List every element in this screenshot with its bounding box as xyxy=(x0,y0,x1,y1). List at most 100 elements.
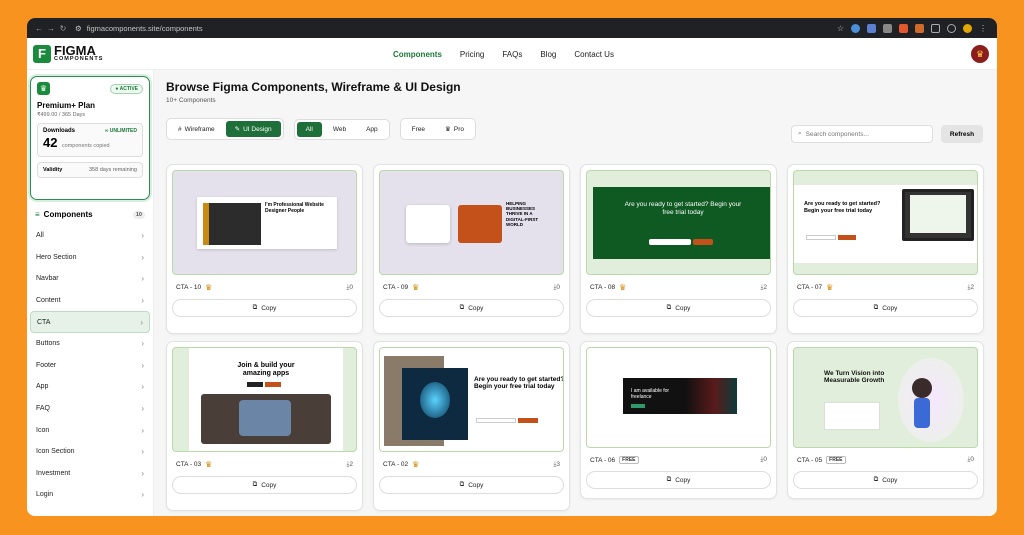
preview-text: I'm Professional Website Designer People xyxy=(265,202,324,214)
sidebar-item-app[interactable]: App › xyxy=(30,376,150,398)
nav-pricing[interactable]: Pricing xyxy=(460,50,484,59)
filter-ui-design[interactable]: ✎ UI Design xyxy=(225,121,281,137)
menu-icon[interactable]: ⋮ xyxy=(979,24,987,33)
nav-blog[interactable]: Blog xyxy=(540,50,556,59)
copy-icon: ⧉ xyxy=(666,476,672,483)
download-count: ⤓3 xyxy=(553,460,561,468)
bookmark-star-icon[interactable]: ☆ xyxy=(837,24,844,33)
copy-button[interactable]: ⧉ Copy xyxy=(793,471,978,489)
sidebar-item-icon-section[interactable]: Icon Section › xyxy=(30,441,150,463)
copy-button[interactable]: ⧉ Copy xyxy=(379,299,564,317)
copy-icon: ⧉ xyxy=(459,481,465,488)
filter-free[interactable]: Free xyxy=(403,121,434,137)
card-title: CTA - 09 xyxy=(383,284,409,291)
components-label: Components xyxy=(43,210,93,219)
extension-icon[interactable] xyxy=(899,23,908,33)
downloads-sub: components copied xyxy=(61,143,110,149)
sidebar-item-footer[interactable]: Footer › xyxy=(30,355,150,377)
sidebar-item-label: Icon Section xyxy=(36,448,75,456)
sidebar-item-investment[interactable]: Investment › xyxy=(30,463,150,485)
download-count: ⤓2 xyxy=(967,283,975,291)
component-preview[interactable]: Join & build your amazing apps xyxy=(172,347,357,452)
card-title: CTA - 03 xyxy=(176,461,202,468)
crown-icon: ♛ xyxy=(412,283,420,292)
copy-label: Copy xyxy=(468,304,484,312)
extension-icon[interactable] xyxy=(915,23,924,33)
card-title: CTA - 06 xyxy=(590,456,616,464)
component-preview[interactable]: I'm Professional Website Designer People xyxy=(172,170,357,275)
filter-wireframe[interactable]: # Wireframe xyxy=(169,121,224,137)
sidebar-item-navbar[interactable]: Navbar › xyxy=(30,268,150,290)
history-icon[interactable] xyxy=(947,23,956,33)
logo[interactable]: F FIGMA COMPONENTS xyxy=(33,44,103,63)
copy-button[interactable]: ⧉ Copy xyxy=(586,471,771,489)
components-count: 10 xyxy=(132,210,145,219)
crown-icon: ♛ xyxy=(205,283,213,292)
database-icon: ≡ xyxy=(35,210,40,219)
component-preview[interactable]: HELPING BUSINESSES THRIVE IN A DIGITAL-F… xyxy=(379,170,564,275)
platform-filter: All Web App xyxy=(293,118,390,140)
nav-faqs[interactable]: FAQs xyxy=(502,50,522,59)
component-preview[interactable]: We Turn Vision into Measurable Growth xyxy=(793,347,978,448)
card-title: CTA - 10 xyxy=(176,284,202,291)
chevron-right-icon: › xyxy=(140,317,143,327)
sidebar-item-cta[interactable]: CTA › xyxy=(30,311,150,333)
search-input[interactable]: ⌕ Search components... xyxy=(791,125,933,143)
chevron-right-icon: › xyxy=(141,447,144,457)
sidebar-item-login[interactable]: Login › xyxy=(30,484,150,506)
site-info-icon[interactable]: ⚙ xyxy=(75,24,82,33)
copy-button[interactable]: ⧉ Copy xyxy=(586,299,771,317)
chevron-right-icon: › xyxy=(141,404,144,414)
nav-components[interactable]: Components xyxy=(393,50,442,59)
chevron-right-icon: › xyxy=(141,490,144,500)
extension-icon[interactable] xyxy=(883,23,892,33)
copy-icon: ⧉ xyxy=(459,304,465,311)
download-count: ⤓0 xyxy=(967,456,975,463)
reload-icon[interactable]: ↻ xyxy=(57,24,69,33)
card-title: CTA - 07 xyxy=(797,284,823,291)
sidebar-item-all[interactable]: All › xyxy=(30,225,150,247)
filter-all[interactable]: All xyxy=(296,121,322,137)
url-text: figmacomponents.site/components xyxy=(86,23,203,33)
filter-app[interactable]: App xyxy=(357,122,387,137)
nav-contact[interactable]: Contact Us xyxy=(574,50,614,59)
sidebar-item-hero-section[interactable]: Hero Section › xyxy=(30,247,150,269)
chevron-right-icon: › xyxy=(141,360,144,370)
component-card: We Turn Vision into Measurable Growth CT… xyxy=(787,341,984,499)
extension-icon[interactable] xyxy=(867,23,876,33)
preview-text: We Turn Vision into Measurable Growth xyxy=(824,370,885,385)
card-title: CTA - 05 xyxy=(797,456,823,464)
puzzle-icon[interactable] xyxy=(931,23,940,33)
filter-web[interactable]: Web xyxy=(324,122,355,137)
sidebar-item-label: App xyxy=(36,383,49,391)
crown-icon: ♛ xyxy=(37,82,50,95)
download-count: ⤓2 xyxy=(346,460,354,468)
component-preview[interactable]: Are you ready to get started? Begin your… xyxy=(586,170,771,275)
forward-icon[interactable]: → xyxy=(45,24,57,33)
back-icon[interactable]: ← xyxy=(33,24,45,33)
component-preview[interactable]: Are you ready to get started? Begin your… xyxy=(793,170,978,275)
page-title: Browse Figma Components, Wireframe & UI … xyxy=(166,80,461,94)
chevron-right-icon: › xyxy=(141,468,144,478)
copy-button[interactable]: ⧉ Copy xyxy=(172,299,357,317)
profile-icon[interactable] xyxy=(963,23,972,33)
copy-button[interactable]: ⧉ Copy xyxy=(172,476,357,494)
copy-button[interactable]: ⧉ Copy xyxy=(793,299,978,317)
component-preview[interactable]: Are you ready to get started? Begin your… xyxy=(379,347,564,452)
refresh-button[interactable]: Refresh xyxy=(941,125,983,143)
plan-card: ♛ ● ACTIVE Premium+ Plan ₹499.00 / 365 D… xyxy=(30,76,150,200)
address-bar[interactable]: ⚙ figmacomponents.site/components xyxy=(75,24,837,33)
sidebar-item-buttons[interactable]: Buttons › xyxy=(30,333,150,355)
downloads-stat: Downloads ∞ UNLIMITED 42 components copie… xyxy=(37,123,143,157)
download-count: ⤓0 xyxy=(760,456,768,463)
extension-icon[interactable] xyxy=(851,23,860,33)
user-avatar[interactable]: ♛ xyxy=(971,45,989,63)
component-card: HELPING BUSINESSES THRIVE IN A DIGITAL-F… xyxy=(373,164,570,334)
filter-pro[interactable]: ♛ Pro xyxy=(436,121,473,137)
sidebar-item-faq[interactable]: FAQ › xyxy=(30,398,150,420)
copy-button[interactable]: ⧉ Copy xyxy=(379,476,564,494)
search-icon: ⌕ xyxy=(798,130,802,137)
sidebar-item-icon[interactable]: Icon › xyxy=(30,419,150,441)
sidebar-item-content[interactable]: Content › xyxy=(30,290,150,312)
component-preview[interactable]: I am available for freelance xyxy=(586,347,771,448)
